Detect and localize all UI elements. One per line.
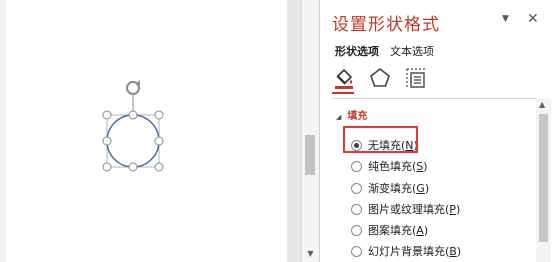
option-suffix: ) [423,224,429,237]
scrollbar-thumb[interactable] [305,135,315,175]
panel-separator [332,98,536,99]
option-key: B [449,245,457,258]
rotate-handle-icon[interactable] [126,80,140,95]
highlight-box [343,126,418,153]
section-title: 填充 [347,111,368,122]
option-key: P [449,203,456,216]
option-key: G [416,182,425,195]
radio-icon[interactable] [351,160,362,172]
option-label: 渐变填充( [368,182,417,195]
expand-triangle-icon[interactable]: ◢ [336,113,341,121]
radio-icon[interactable] [351,245,362,257]
option-slide-background-fill[interactable]: 幻灯片背景填充(B) [351,243,461,259]
option-key: A [416,224,424,237]
option-suffix: ) [423,160,428,173]
radio-icon[interactable] [351,224,362,236]
chevron-down-icon[interactable]: ▼ [502,14,509,24]
close-icon[interactable]: ✕ [527,11,539,27]
radio-icon[interactable] [351,203,362,215]
option-label: 图片或纹理填充( [368,203,450,216]
pentagon-icon[interactable] [368,66,392,90]
scroll-up-arrow-icon[interactable]: ▲ [539,100,545,109]
option-label: 纯色填充( [368,160,417,173]
slide[interactable] [0,0,287,262]
option-pattern-fill[interactable]: 图案填充(A) [351,222,428,238]
option-label: 幻灯片背景填充( [368,245,450,258]
size-properties-icon[interactable] [404,66,428,90]
scroll-down-arrow-icon[interactable]: ▼ [305,248,316,259]
option-suffix: ) [456,245,462,258]
fill-bucket-icon[interactable] [332,66,356,90]
option-gradient-fill[interactable]: 渐变填充(G) [351,180,429,196]
option-solid-fill[interactable]: 纯色填充(S) [351,158,428,174]
scrollbar-thumb[interactable] [539,114,548,242]
tab-text-options[interactable]: 文本选项 [390,43,434,59]
option-suffix: ) [455,203,461,216]
selected-circle-shape[interactable] [0,0,287,262]
slide-canvas-area [0,0,301,262]
slide-vertical-scrollbar[interactable]: ▼ [301,0,319,262]
panel-title: 设置形状格式 [332,15,440,35]
active-category-indicator [332,92,354,94]
option-suffix: ) [424,182,430,195]
panel-vertical-scrollbar[interactable]: ▲ [536,98,551,262]
circle-shape [106,114,160,168]
tab-shape-options[interactable]: 形状选项 [335,43,379,59]
option-label: 图案填充( [368,224,417,237]
option-picture-texture-fill[interactable]: 图片或纹理填充(P) [351,201,460,217]
radio-icon[interactable] [351,182,362,194]
section-header-fill[interactable]: ◢ 填充 [336,107,367,122]
